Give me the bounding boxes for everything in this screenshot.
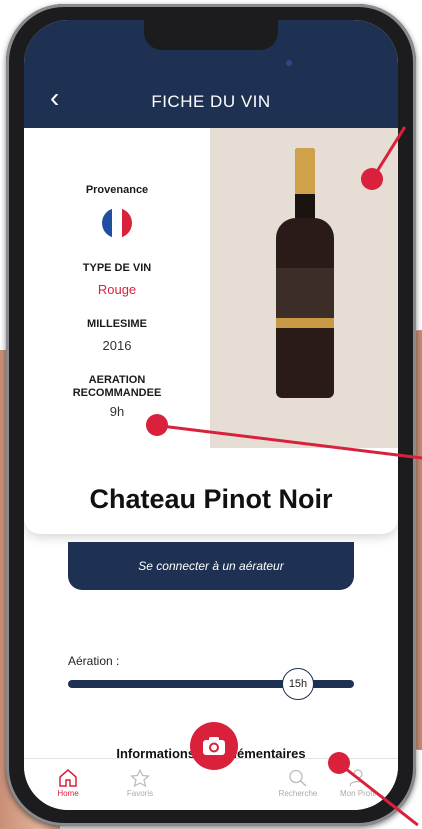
home-icon (59, 769, 77, 787)
aeration-value: 9h (109, 404, 125, 419)
aeration-slider-thumb[interactable]: 15h (282, 668, 314, 700)
type-label: TYPE DE VIN (82, 262, 152, 274)
tab-recherche-label: Recherche (278, 789, 318, 798)
tab-recherche[interactable]: Recherche (268, 769, 328, 798)
aeration-label-line1: AERATION (88, 374, 146, 386)
tab-favoris[interactable]: Favoris (110, 769, 170, 798)
tab-favoris-label: Favoris (126, 789, 154, 798)
phone-screen: ‹ FICHE DU VIN Provenance TYPE DE VIN Ro… (24, 20, 398, 810)
aeration-slider-label: Aération : (68, 654, 120, 668)
provenance-label: Provenance (85, 184, 149, 196)
millesime-value: 2016 (102, 338, 132, 353)
front-camera (286, 60, 292, 66)
france-flag-icon (102, 208, 132, 238)
search-icon (289, 769, 307, 787)
camera-button[interactable] (190, 722, 238, 770)
annotation-marker-info (146, 414, 168, 436)
notch (144, 20, 278, 50)
wine-card: Provenance TYPE DE VIN Rouge MILLESIME 2… (24, 128, 398, 534)
wine-info: Provenance TYPE DE VIN Rouge MILLESIME 2… (24, 128, 210, 448)
millesime-label: MILLESIME (87, 318, 147, 330)
wine-bottle-image (276, 148, 334, 398)
annotation-marker-tabbar (328, 752, 350, 774)
phone-frame: ‹ FICHE DU VIN Provenance TYPE DE VIN Ro… (6, 4, 416, 826)
connect-aerator-button[interactable]: Se connecter à un aérateur (68, 542, 354, 590)
aeration-label-line2: RECOMMANDEE (72, 387, 162, 399)
annotation-marker-bottle (361, 168, 383, 190)
page-title: FICHE DU VIN (151, 92, 271, 111)
tab-home-label: Home (57, 789, 79, 798)
wine-name: Chateau Pinot Noir (89, 484, 333, 514)
type-value: Rouge (97, 282, 137, 297)
camera-icon (203, 737, 225, 755)
star-icon (130, 769, 150, 787)
tab-home[interactable]: Home (38, 769, 98, 798)
